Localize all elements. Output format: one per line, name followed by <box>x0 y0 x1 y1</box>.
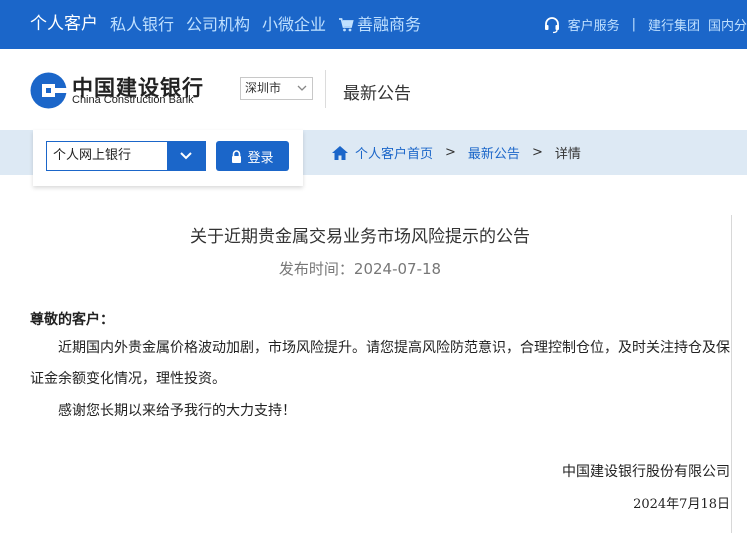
home-icon[interactable] <box>331 145 349 161</box>
cart-icon <box>339 17 354 31</box>
article-signature-date: 2024年7月18日 <box>633 497 730 512</box>
nav-small-business[interactable]: 小微企业 <box>256 0 332 49</box>
chevron-down-icon <box>180 152 192 160</box>
ebank-select-value: 个人网上银行 <box>53 148 132 163</box>
ebank-select-toggle[interactable] <box>167 142 205 170</box>
breadcrumb-current: 详情 <box>554 147 581 162</box>
top-nav-left: 个人客户 私人银行 公司机构 小微企业 善融商务 <box>0 0 427 49</box>
publish-time: 发布时间：2024-07-18 <box>278 260 442 278</box>
header-divider <box>325 70 326 108</box>
city-select-value: 深圳市 <box>245 81 282 95</box>
nav-personal[interactable]: 个人客户 <box>0 0 104 49</box>
breadcrumb-home[interactable]: 个人客户首页 <box>355 143 433 162</box>
ccb-logo-icon[interactable] <box>30 72 67 109</box>
article-signature-company: 中国建设银行股份有限公司 <box>562 464 730 480</box>
article-title: 关于近期贵金属交易业务市场风险提示的公告 <box>190 227 530 247</box>
breadcrumb-separator: > <box>445 145 456 160</box>
article-thanks: 感谢您长期以来给予我行的大力支持！ <box>58 403 296 419</box>
top-nav-bar: 个人客户 私人银行 公司机构 小微企业 善融商务 客户服务 | 建行集团 国内分 <box>0 0 747 49</box>
nav-separator: | <box>631 17 636 32</box>
ccb-group-link[interactable]: 建行集团 <box>648 15 700 34</box>
lock-icon <box>232 149 242 163</box>
ebank-select[interactable]: 个人网上银行 <box>46 141 206 171</box>
breadcrumb-separator: > <box>531 145 543 160</box>
logo-english-name: China Construction Bank <box>72 94 194 106</box>
article-salutation: 尊敬的客户： <box>30 312 114 328</box>
customer-service-link[interactable]: 客户服务 <box>568 15 620 34</box>
article-paragraph: 近期国内外贵金属价格波动加剧，市场风险提升。请您提高风险防范意识，合理控制仓位，… <box>30 340 730 387</box>
top-nav-right: 客户服务 | 建行集团 国内分 <box>543 0 747 49</box>
domestic-branch-link[interactable]: 国内分 <box>708 15 747 34</box>
breadcrumb-announcements[interactable]: 最新公告 <box>468 143 520 162</box>
headset-icon <box>544 16 559 33</box>
login-panel: 个人网上银行 登录 <box>33 130 303 186</box>
nav-corporate[interactable]: 公司机构 <box>180 0 256 49</box>
site-header: 中国建设银行 China Construction Bank 深圳市 最新公告 <box>0 49 747 130</box>
city-select[interactable]: 深圳市 <box>240 77 313 100</box>
page-title: 最新公告 <box>343 84 411 104</box>
nav-private-banking[interactable]: 私人银行 <box>104 0 180 49</box>
login-button-label: 登录 <box>247 150 274 166</box>
login-button[interactable]: 登录 <box>216 141 289 171</box>
chevron-down-icon <box>297 85 307 91</box>
nav-shanrong[interactable]: 善融商务 <box>332 0 427 49</box>
nav-shanrong-label: 善融商务 <box>357 15 422 34</box>
breadcrumb: 个人客户首页 > 最新公告 > 详情 <box>331 130 581 175</box>
